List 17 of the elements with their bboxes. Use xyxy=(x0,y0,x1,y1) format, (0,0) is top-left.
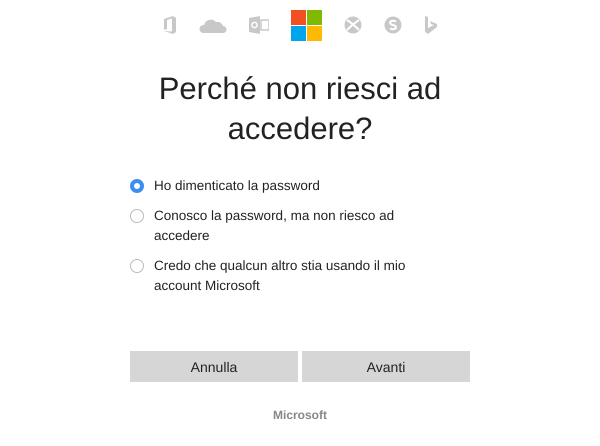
action-button[interactable]: Annulla xyxy=(130,351,298,382)
windows-logo-icon xyxy=(290,10,322,40)
ball-icon xyxy=(344,16,362,34)
option-label[interactable]: Ho dimenticato la password xyxy=(154,176,444,196)
office-icon xyxy=(162,16,176,34)
cloud-icon xyxy=(198,17,226,33)
option-label[interactable]: Conosco la password, ma non riesco ad accedere xyxy=(154,206,444,246)
page-title: Perché non riesci ad accedere? xyxy=(158,70,442,148)
action-button[interactable]: Avanti xyxy=(302,351,470,382)
radio-button[interactable] xyxy=(130,179,144,193)
radio-button[interactable] xyxy=(130,259,144,273)
mail-icon xyxy=(248,16,268,34)
b-letter-icon xyxy=(424,16,438,34)
radio-button[interactable] xyxy=(130,209,144,223)
option-label[interactable]: Credo che qualcun altro stia usando il mio account Microsoft xyxy=(154,256,444,296)
footer-brand: Microsoft xyxy=(273,408,327,422)
chat-icon xyxy=(384,16,402,34)
